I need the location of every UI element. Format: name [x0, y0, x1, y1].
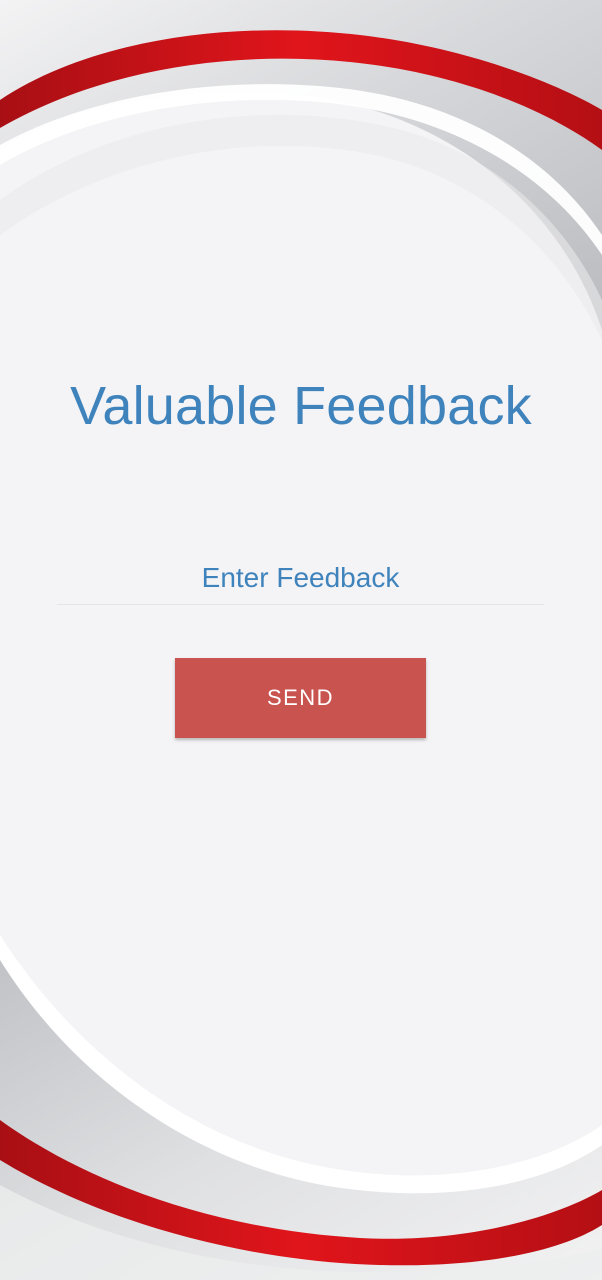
feedback-screen: Valuable Feedback SEND: [0, 0, 602, 1280]
feedback-field[interactable]: [57, 552, 544, 605]
feedback-input[interactable]: [57, 552, 544, 604]
send-button[interactable]: SEND: [175, 658, 426, 738]
page-title: Valuable Feedback: [70, 376, 532, 436]
